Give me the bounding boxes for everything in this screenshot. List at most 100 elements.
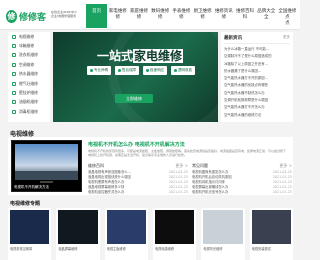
news-item[interactable]: 空调制冷不了是什么原因造成的 (224, 53, 290, 60)
sidebar-item-label: 油烟机维修 (19, 99, 38, 105)
nav-label: 全国维修点 点 (278, 9, 297, 26)
stove-icon (12, 81, 16, 86)
sidebar-item-fridge[interactable]: 冰箱维修 (8, 41, 50, 50)
news-item[interactable]: 空气能热水器不制热怎么办 (224, 90, 290, 97)
nav-label: 厨卫维修 修 (193, 9, 212, 20)
news-item[interactable]: 热水器漏了是什么原因... (224, 68, 290, 75)
sidebar-item-ac[interactable]: 空调维修 (8, 60, 50, 69)
logo[interactable]: 修 修修客 (6, 8, 46, 24)
banner-title: 一站式家电维修 (97, 47, 207, 64)
check-icon (174, 69, 177, 72)
sidebar-item-boiler[interactable]: 壁挂炉维修 (8, 88, 50, 97)
sidebar-item-label: 空调维修 (19, 61, 35, 67)
category-sidebar: 电视维修 冰箱维修 洗衣机维修 空调维修 热水器维修 燃气灶维修 壁挂炉维修 油… (8, 32, 50, 122)
thumb-image (154, 210, 195, 244)
nav-label: 数码维修 修 (151, 9, 170, 20)
nav-label: 家电维修 修 (108, 9, 127, 20)
sidebar-item-label: 热水器维修 (19, 71, 38, 77)
nav-label: 手表维修 修 (172, 9, 191, 20)
article-title[interactable]: 电视机不开机怎么办 电视机不开机解决方法 (88, 141, 288, 148)
thumb-label: 电视安装调试 (251, 247, 271, 251)
sidebar-item-stove[interactable]: 燃气灶维修 (8, 79, 50, 88)
site-name: 修修客 (18, 12, 46, 23)
news-title: 最新资讯 (224, 36, 242, 41)
nav-label: 品牌大全 全 (257, 9, 276, 20)
sidebar-item-washer[interactable]: 洗衣机维修 (8, 51, 50, 60)
news-more-link[interactable]: 更多 (283, 35, 290, 41)
faq-list-title: 常见问题 (192, 163, 208, 168)
nav-label: 维修资讯 修 (214, 9, 233, 20)
thumb-label: 电视背光维修 (203, 247, 223, 251)
article-desc: 电视机不开机的原因有很多，可能是电源故障、主板故障、屏幕故障等。首先检查电源线是… (88, 149, 287, 157)
sidebar-item-label: 消毒柜维修 (19, 108, 38, 114)
repair-now-button[interactable]: 立即维修 (115, 94, 153, 103)
topic-thumbnails: 电视机常见故障 液晶屏幕维修 电视主板维修 电视电源维修 电视背光维修 电视安装… (8, 208, 293, 260)
list-item-text: 电视机遥控器失灵怎么办 (88, 190, 125, 194)
thumb-label: 电视主板维修 (106, 247, 126, 251)
list-item-date: 2021-01-25 (168, 190, 188, 194)
sidebar-item-hood[interactable]: 油烟机维修 (8, 98, 50, 107)
news-item[interactable]: 为什么冰箱一直运行 不可能... (224, 46, 290, 53)
nav-item-locations[interactable]: 全国维修点 点 (277, 4, 298, 28)
list-item[interactable]: 电视机遥控器失灵怎么办 2021-01-25 (88, 190, 188, 195)
sidebar-item-label: 壁挂炉维修 (19, 90, 38, 96)
nav-item-digital[interactable]: 数码维修 修 (150, 4, 171, 28)
news-item[interactable]: 空调开机就报故障是什么原因 (224, 97, 290, 104)
topic-thumb[interactable]: 电视主板维修 (104, 208, 148, 260)
topic-thumb[interactable]: 电视安装调试 (249, 208, 293, 260)
banner-badges: 专业师傅 售后保障 极速响应 透明收费 (87, 66, 195, 75)
badge-label: 透明收费 (178, 68, 192, 72)
topic-thumb[interactable]: 液晶屏幕维修 (56, 208, 100, 260)
hero-banner: 一站式家电维修 专业师傅 售后保障 极速响应 透明收费 立即维修 (53, 32, 218, 122)
list-item-date: 2021-01-25 (272, 190, 292, 194)
nav-item-news[interactable]: 维修资讯 修 (213, 4, 234, 28)
nav-item-brands[interactable]: 品牌大全 全 (256, 4, 277, 28)
list-item[interactable]: 电视机开机无信号怎么办 2021-01-25 (192, 190, 292, 195)
thumb-label: 电视机常见故障 (10, 247, 33, 251)
nav-label: 家庭维修 修 (130, 9, 148, 20)
nav-item-watch[interactable]: 手表维修 修 (171, 4, 192, 28)
news-item[interactable]: 冰箱除了以上原因之外还有... (224, 61, 290, 68)
topic-thumb[interactable]: 电视机常见故障 (8, 208, 52, 260)
faq-more-link[interactable]: 更多 > (279, 163, 292, 169)
news-header: 最新资讯 更多 (224, 35, 290, 44)
topic-thumb[interactable]: 电视背光维修 (201, 208, 245, 260)
tv-icon (12, 34, 16, 39)
check-icon (90, 69, 93, 72)
thumb-image (203, 210, 243, 244)
hood-icon (12, 100, 16, 105)
nav-item-appliance[interactable]: 家电维修 修 (107, 4, 128, 28)
heater-icon (12, 72, 16, 77)
washer-icon (12, 53, 16, 58)
topic-thumb[interactable]: 电视电源维修 (152, 208, 197, 260)
news-item[interactable]: 空气能热水器的维修方法 (224, 112, 290, 119)
sidebar-item-sterilizer[interactable]: 消毒柜维修 (8, 107, 50, 116)
sidebar-item-label: 冰箱维修 (19, 43, 35, 49)
sidebar-item-tv[interactable]: 电视维修 (8, 32, 50, 41)
faq-list-header: 常见问题 更多 > (192, 163, 292, 169)
wiki-more-link[interactable]: 更多 > (175, 163, 188, 169)
wiki-list-header: 维修百科 更多 > (88, 163, 188, 169)
news-item[interactable]: 空气能热水器打不开的原因... (224, 75, 290, 82)
list-item-text: 电视机开机无信号怎么办 (192, 190, 229, 194)
sterilizer-icon (12, 109, 16, 114)
section-title-topics: 电视维修专题 (10, 201, 41, 207)
tv-image[interactable]: 电视机不开机解决方法 (11, 140, 82, 192)
nav-item-wiki[interactable]: 维修百科 科 (234, 4, 255, 28)
badge-label: 专业师傅 (94, 68, 108, 72)
nav-item-home[interactable]: 首页 (86, 4, 108, 28)
boiler-icon (12, 91, 16, 96)
nav-item-kitchen[interactable]: 厨卫维修 修 (192, 4, 213, 28)
banner-badge: 专业师傅 (87, 66, 111, 75)
news-item[interactable]: 空气能热水器打不开怎么办 (224, 104, 290, 111)
wiki-list: 维修百科 更多 > 液晶电视有声音没图像怎么... 2021-01-25 液晶电视出… (88, 163, 188, 195)
thumb-image (58, 210, 98, 244)
news-item[interactable]: 空气能热水器的优缺点有哪些 (224, 82, 290, 89)
sidebar-item-heater[interactable]: 热水器维修 (8, 70, 50, 79)
badge-label: 售后保障 (122, 68, 136, 72)
check-icon (146, 69, 149, 72)
main-nav: 首页 家电维修 修 家庭维修 修 数码维修 修 手表维修 修 厨卫维修 修 维修… (86, 4, 298, 28)
news-panel: 最新资讯 更多 为什么冰箱一直运行 不可能... 空调制冷不了是什么原因造成的 冰… (221, 32, 293, 122)
nav-item-home-repair[interactable]: 家庭维修 修 (128, 4, 149, 28)
badge-label: 极速响应 (150, 68, 164, 72)
